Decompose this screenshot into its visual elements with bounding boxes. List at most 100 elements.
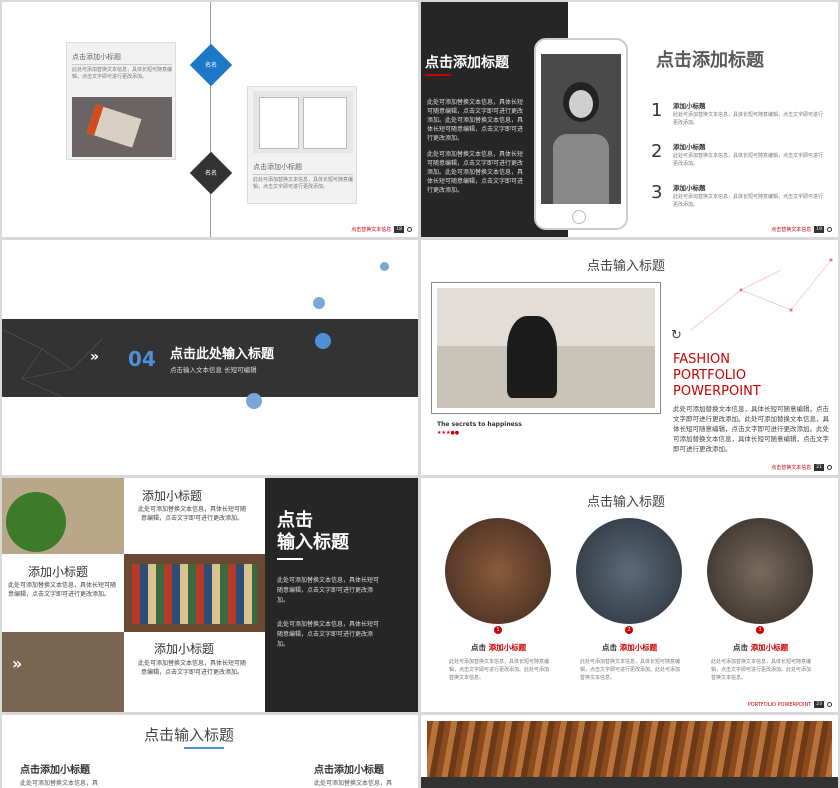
slide-title: 点击输入标题: [587, 259, 666, 274]
item-label-3: 点击 添加小标题: [733, 642, 788, 653]
slide-title: 点击输入标题: [587, 495, 666, 510]
dark-panel: 点击 输入标题 此处可添加替换文本信息，具体长短可随意编辑，点击文字即可进行更改…: [265, 478, 418, 712]
panel-title: 点击添加标题: [425, 55, 509, 71]
panel-para-2: 此处可添加替换文本信息，具体长短可随意编辑，点击文字即可进行更改添加。: [277, 621, 380, 648]
circle-icon: [827, 465, 832, 470]
slide-8[interactable]: [421, 715, 838, 788]
books-shelf-photo: [124, 554, 265, 632]
label-prefix: 点击: [471, 643, 486, 652]
subtitle-1: 添加小标题: [142, 489, 203, 503]
item-number: 3: [651, 182, 663, 203]
chevron-right-icon: »: [12, 654, 23, 673]
rating-icon: ★★★●●: [437, 430, 460, 436]
circle-icon: [407, 227, 412, 232]
slide-7[interactable]: 点击输入标题 点击添加小标题 此处可添加替换文本信息，具 点击添加小标题 此处可…: [2, 715, 418, 788]
section-title: 点击此处输入标题: [170, 347, 275, 362]
old-books-photo: »: [2, 632, 124, 712]
item-text: 此处可添加替换文本信息，具体长短可随意编辑，点击文字即可进行更改添加。: [673, 112, 824, 126]
slide-2[interactable]: 点击添加标题 此处可添加替换文本信息，具体长短可随意编辑，点击文字即可进行更改添…: [421, 2, 838, 237]
phone-mockup: [534, 38, 628, 230]
brand-line-1: FASHION: [673, 352, 730, 367]
page-icon: [259, 97, 299, 149]
slide-1[interactable]: 点击添加小标题 此处可添加替换文本信息，具体长短可随意编辑，点击文字即可进行更改…: [2, 2, 418, 237]
text-1: 此处可添加替换文本信息，具体长短可随意编辑，点击文字即可进行更改添加。: [137, 506, 246, 522]
item-text-3: 此处可添加替换文本信息，具体长短可随意编辑，点击文字即可进行更改添加。此处可添加…: [711, 659, 812, 681]
photo-caption: The secrets to happiness: [437, 421, 522, 428]
page-number: 21: [814, 464, 824, 471]
right-title: 点击添加标题: [656, 50, 764, 71]
card-1-text: 此处可添加替换文本信息，具体长短可随意编辑，点击文字即可进行更改添加。: [72, 67, 173, 80]
item-title: 添加小标题: [673, 143, 706, 151]
accent-line: [425, 74, 451, 76]
page-icon: [303, 97, 347, 149]
panel-title-line-1: 点击: [277, 510, 313, 531]
subtitle-2: 添加小标题: [28, 565, 89, 579]
page-number: 23: [814, 701, 824, 708]
item-number: 2: [651, 141, 663, 162]
face-shape: [569, 90, 593, 118]
label-main: 添加小标题: [750, 643, 789, 652]
item-label-2: 点击 添加小标题: [602, 642, 657, 653]
footer-text: 点击替换文本信息: [351, 227, 392, 233]
left-text: 此处可添加替换文本信息，具: [20, 780, 99, 787]
beach-photo: [437, 288, 655, 408]
accent-line: [184, 747, 224, 749]
divider: [253, 174, 353, 175]
book-spines: [132, 564, 257, 624]
network-decor: [690, 258, 833, 331]
slide-3[interactable]: » 04 点击此处输入标题 点击输入文本信息 长短可编辑: [2, 240, 418, 475]
card-2-text: 此处可添加替换文本信息，具体长短可随意编辑，点击文字即可进行更改添加。: [253, 177, 354, 190]
label-prefix: 点击: [733, 643, 748, 652]
portrait-photo: [541, 54, 621, 204]
item-text: 此处可添加替换文本信息，具体长短可随意编辑，点击文字即可进行更改添加。: [673, 153, 824, 167]
dot-decor: [315, 333, 331, 349]
books-circle-photo-3: [707, 518, 813, 624]
footer-text: 点击替换文本信息: [771, 227, 812, 233]
diamond-1-label: 名名: [204, 62, 217, 69]
chevron-right-icon: »: [90, 349, 100, 365]
panel-para-2: 此处可添加替换文本信息，具体长短可随意编辑，点击文字即可进行更改添加。此处可添加…: [427, 151, 524, 194]
magazine-photo: [253, 91, 353, 153]
slide-footer: 点击替换文本信息 21: [771, 464, 832, 471]
jacket-shape: [553, 134, 609, 204]
title-band: » 04 点击此处输入标题 点击输入文本信息 长短可编辑: [2, 319, 418, 397]
slide-title: 点击输入标题: [144, 726, 235, 744]
card-2-title: 点击添加小标题: [253, 163, 302, 171]
subtitle-3: 添加小标题: [154, 642, 215, 656]
slide-footer: PORTFOLIO POWERPOINT 23: [748, 701, 832, 708]
circle-icon: [827, 227, 832, 232]
page-number: 19: [814, 226, 824, 233]
text-3: 此处可添加替换文本信息，具体长短可随意编辑，点击文字即可进行更改添加。: [137, 660, 246, 676]
page-number: 18: [394, 226, 404, 233]
dot-decor: [313, 297, 325, 309]
refresh-icon: ↻: [671, 328, 682, 343]
card-1-title: 点击添加小标题: [72, 53, 121, 61]
slide-5[interactable]: 添加小标题 此处可添加替换文本信息，具体长短可随意编辑，点击文字即可进行更改添加…: [2, 478, 418, 712]
label-main: 添加小标题: [488, 643, 527, 652]
slide-6[interactable]: 点击输入标题 1 2 3 点击 添加小标题 点击 添加小标题 点击 添加小标题 …: [421, 478, 838, 712]
divider: [72, 64, 172, 65]
panel-title: 点击 输入标题: [277, 510, 349, 554]
item-title: 添加小标题: [673, 102, 706, 110]
plant-shape: [6, 492, 66, 552]
right-text: 此处可添加替换文本信息，具: [314, 780, 393, 787]
plant-books-photo: [2, 478, 124, 554]
timeline-line: [210, 2, 211, 237]
diamond-2-label: 名名: [204, 170, 217, 177]
item-title: 添加小标题: [673, 184, 706, 192]
slide-footer: 点击替换文本信息 19: [771, 226, 832, 233]
panel-para-1: 此处可添加替换文本信息，具体长短可随意编辑，点击文字即可进行更改添加。: [277, 577, 380, 604]
card-2: 点击添加小标题 此处可添加替换文本信息，具体长短可随意编辑，点击文字即可进行更改…: [247, 86, 357, 204]
label-main: 添加小标题: [619, 643, 658, 652]
brand-line-2: PORTFOLIO: [673, 368, 747, 383]
step-badge-3: 3: [756, 626, 764, 634]
slide-footer: 点击替换文本信息 18: [351, 226, 412, 233]
item-text-1: 此处可添加替换文本信息，具体长短可随意编辑，点击文字即可进行更改添加。此处可添加…: [449, 659, 550, 681]
brand-line-3: POWERPOINT: [673, 384, 761, 399]
right-subtitle: 点击添加小标题: [314, 765, 384, 776]
item-text-2: 此处可添加替换文本信息，具体长短可随意编辑，点击文字即可进行更改添加。此处可添加…: [580, 659, 681, 681]
description: 此处可添加替换文本信息，具体长短可随意编辑，点击文字即可进行更改添加。此处可添加…: [673, 405, 829, 453]
panel-para-1: 此处可添加替换文本信息，具体长短可随意编辑，点击文字即可进行更改添加。此处可添加…: [427, 99, 524, 142]
slide-4[interactable]: 点击输入标题 The secrets to happiness ★★★●● ↻ …: [421, 240, 838, 475]
dark-band: [421, 777, 838, 788]
